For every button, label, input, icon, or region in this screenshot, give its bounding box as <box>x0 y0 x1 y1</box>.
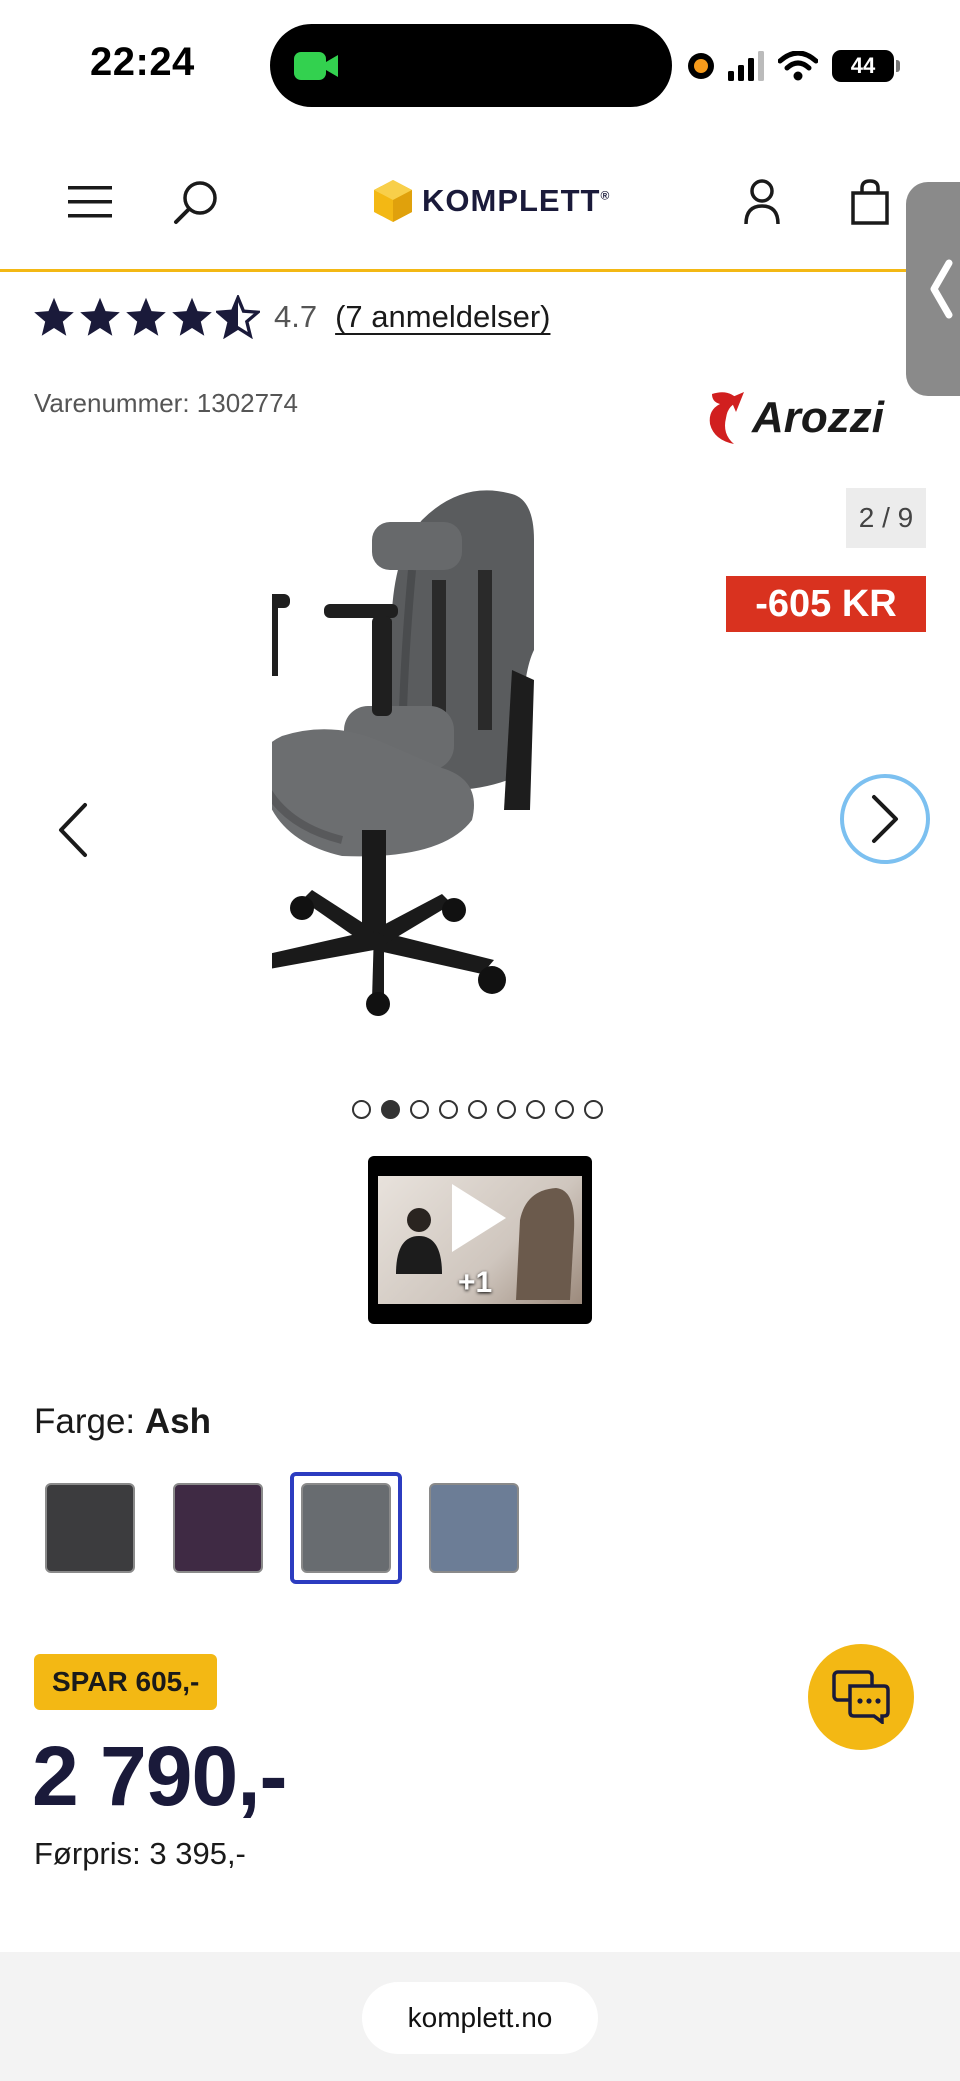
rating-stars <box>32 295 260 339</box>
hamburger-icon <box>68 186 112 218</box>
cart-button[interactable] <box>838 170 902 234</box>
status-icons: 44 <box>688 46 900 86</box>
komplett-cube-icon <box>374 180 412 222</box>
search-button[interactable] <box>164 170 228 234</box>
gallery-dot[interactable] <box>584 1100 603 1119</box>
gallery-dot[interactable] <box>468 1100 487 1119</box>
user-icon <box>744 179 780 225</box>
color-swatch-purple[interactable] <box>162 1472 274 1584</box>
swatch-color <box>429 1483 519 1573</box>
sku-number: Varenummer: 1302774 <box>34 388 299 418</box>
rating-value: 4.7 <box>274 299 318 334</box>
side-drawer-tab[interactable] <box>906 182 960 396</box>
menu-button[interactable] <box>58 170 122 234</box>
reviews-link[interactable]: (7 anmeldelser) <box>335 299 550 335</box>
logo-text: KOMPLETT® <box>422 183 611 218</box>
gallery-dot[interactable] <box>497 1100 516 1119</box>
star-full-icon <box>172 297 212 336</box>
previous-price: Førpris: 3 395,- <box>34 1836 246 1871</box>
chevron-left-icon <box>930 259 953 319</box>
save-badge: SPAR 605,- <box>34 1654 218 1710</box>
swatch-color <box>301 1483 391 1573</box>
recording-indicator-icon <box>688 53 714 79</box>
battery-level: 44 <box>850 53 876 78</box>
battery-icon: 44 <box>832 50 900 82</box>
signal-icon <box>728 51 764 81</box>
color-swatch-ash[interactable] <box>290 1472 402 1584</box>
star-half-icon <box>216 295 260 339</box>
gallery-dot[interactable] <box>352 1100 371 1119</box>
address-bar[interactable]: komplett.no <box>362 1982 598 2054</box>
browser-bottom-bar: komplett.no <box>0 1952 960 2081</box>
product-image-gaming-chair[interactable] <box>272 480 692 1160</box>
gallery-dot[interactable] <box>526 1100 545 1119</box>
gallery-dot[interactable] <box>410 1100 429 1119</box>
brand-name: Arozzi <box>751 393 885 442</box>
previous-image-button[interactable] <box>40 790 104 870</box>
komplett-logo[interactable]: KOMPLETT® <box>372 176 610 226</box>
video-thumbnail[interactable]: +1 <box>368 1156 592 1324</box>
star-full-icon <box>126 297 166 336</box>
elephant-figure <box>516 1188 575 1300</box>
facetime-camera-icon <box>294 52 338 80</box>
status-bar: 22:24 44 <box>0 0 960 130</box>
account-button[interactable] <box>730 170 794 234</box>
image-counter: 2 / 9 <box>846 488 926 548</box>
gallery-dot[interactable] <box>439 1100 458 1119</box>
chat-icon <box>832 1670 890 1724</box>
shopping-bag-icon <box>851 179 889 225</box>
swatch-color <box>45 1483 135 1573</box>
selected-color-name: Ash <box>144 1402 212 1441</box>
chevron-right-icon <box>872 795 898 843</box>
color-swatch-dark-grey[interactable] <box>34 1472 146 1584</box>
star-full-icon <box>34 297 74 336</box>
more-videos-count: +1 <box>458 1266 493 1299</box>
product-rating: 4.7 (7 anmeldelser) <box>32 292 550 342</box>
chevron-left-icon <box>59 803 87 857</box>
star-full-icon <box>80 297 120 336</box>
status-time: 22:24 <box>90 40 195 84</box>
product-gallery: 2 / 9 -605 KR <box>0 460 960 1140</box>
swatch-color <box>173 1483 263 1573</box>
play-icon <box>452 1184 506 1252</box>
color-swatch-blue-grey[interactable] <box>418 1472 530 1584</box>
current-price: 2 790,- <box>32 1729 288 1823</box>
search-icon <box>174 181 217 224</box>
color-label: Farge: Ash <box>34 1402 211 1442</box>
discount-badge: -605 KR <box>726 576 926 632</box>
chat-button[interactable] <box>808 1644 914 1750</box>
gallery-pagination-dots <box>352 1100 603 1119</box>
wifi-icon <box>778 51 818 81</box>
next-image-button[interactable] <box>840 774 930 864</box>
color-swatches <box>34 1472 530 1584</box>
site-header: KOMPLETT® <box>0 130 960 272</box>
arozzi-brand-logo[interactable]: Arozzi <box>700 384 930 450</box>
gallery-dot[interactable] <box>555 1100 574 1119</box>
color-label-prefix: Farge: <box>34 1402 136 1441</box>
gallery-dot[interactable] <box>381 1100 400 1119</box>
